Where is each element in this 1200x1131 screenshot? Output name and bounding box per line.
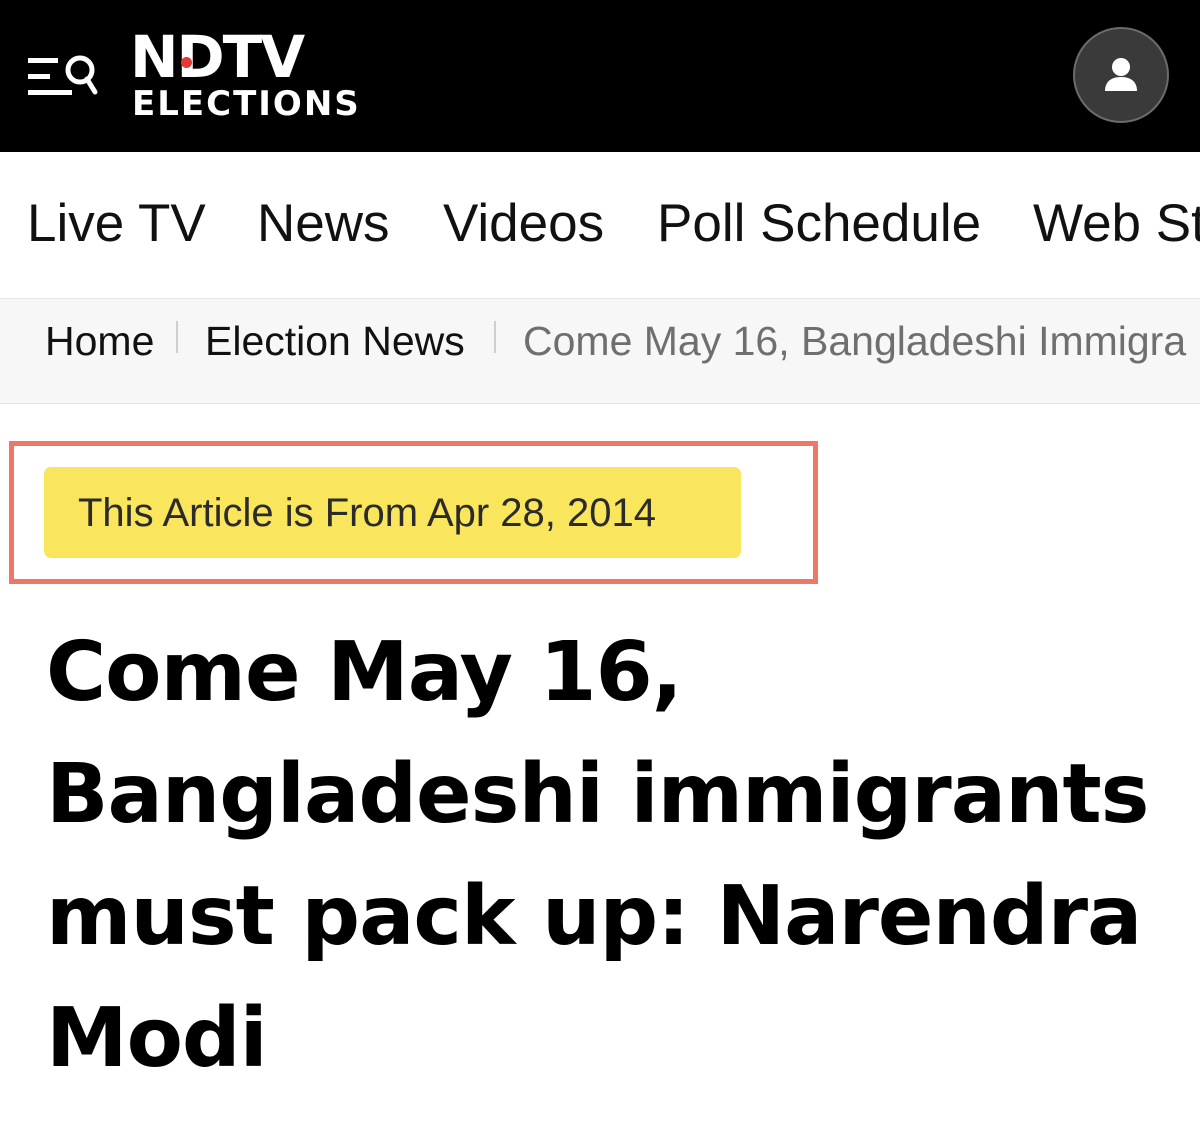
article-date-notice-text: This Article is From Apr 28, 2014 (78, 491, 657, 535)
ndtv-elections-logo[interactable]: NDTV ELECTIONS (130, 26, 370, 124)
breadcrumb-election-news[interactable]: Election News (205, 316, 465, 366)
user-icon (1105, 58, 1137, 91)
nav-item-news[interactable]: News (257, 192, 390, 256)
logo-wordmark: NDTV (130, 23, 305, 91)
breadcrumb: Home Election News Come May 16, Banglade… (0, 298, 1200, 404)
main-nav: Live TV News Videos Poll Schedule Web St (0, 152, 1200, 298)
top-header: NDTV ELECTIONS (0, 0, 1200, 152)
logo-subtitle: ELECTIONS (132, 84, 361, 124)
article-headline: Come May 16, Bangladeshi immigrants must… (46, 625, 1149, 1086)
nav-item-live-tv[interactable]: Live TV (27, 192, 206, 256)
account-button[interactable] (1073, 27, 1169, 123)
nav-item-web-stories[interactable]: Web St (1033, 192, 1200, 256)
nav-item-videos[interactable]: Videos (443, 192, 604, 256)
breadcrumb-separator (494, 321, 496, 353)
breadcrumb-current-article: Come May 16, Bangladeshi Immigra (523, 318, 1187, 364)
breadcrumb-home[interactable]: Home (45, 316, 154, 366)
nav-item-poll-schedule[interactable]: Poll Schedule (657, 192, 981, 256)
breadcrumb-separator (176, 321, 178, 353)
logo-red-dot (181, 57, 192, 68)
menu-search-icon[interactable] (26, 52, 100, 102)
article-date-notice: This Article is From Apr 28, 2014 (44, 467, 741, 558)
